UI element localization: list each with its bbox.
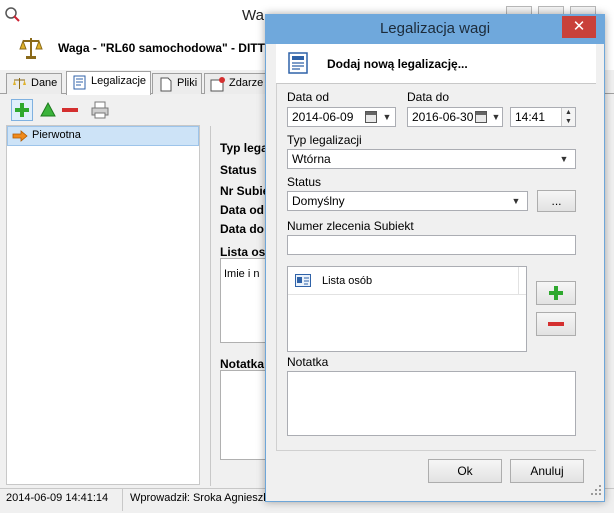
spin-arrows-icon[interactable]: ▲ ▼ (561, 108, 575, 126)
status-select[interactable]: Domyślny ▼ (287, 191, 528, 211)
resize-grip-icon[interactable] (590, 484, 602, 496)
status-author: Wprowadził: Sroka Agnieszka (130, 492, 275, 504)
cancel-button[interactable]: Anuluj (510, 459, 584, 483)
status-separator (122, 489, 123, 511)
chevron-down-icon: ▼ (382, 112, 392, 122)
persons-column-label: Lista osób (322, 275, 373, 287)
tab-dane[interactable]: Dane (6, 73, 63, 94)
date-from-picker[interactable]: 2014-06-09 ▼ (287, 107, 396, 127)
minus-icon (548, 322, 564, 326)
tab-legalizacje[interactable]: Legalizacje (66, 71, 152, 95)
note-label: Notatka (220, 357, 265, 371)
date-from-label: Data od (287, 90, 330, 104)
status-date: 2014-06-09 14:41:14 (6, 492, 109, 504)
status-value: Domyślny (292, 194, 345, 208)
date-from-value: 2014-06-09 (292, 110, 354, 124)
type-select[interactable]: Wtórna ▼ (287, 149, 576, 169)
file-icon (160, 77, 172, 92)
app-icon (5, 7, 20, 22)
time-value: 14:41 (515, 110, 546, 124)
order-number-input[interactable] (287, 235, 576, 255)
note-field[interactable] (220, 370, 268, 460)
tab-label: Legalizacje (91, 75, 147, 87)
type-label: Typ legalizacji (287, 133, 362, 147)
background-header-title: Waga - "RL60 samochodowa" - DITT (58, 41, 265, 55)
column-divider (518, 267, 519, 295)
event-icon (210, 77, 225, 92)
legalization-tree[interactable] (6, 125, 200, 485)
ok-button[interactable]: Ok (428, 459, 502, 483)
tab-zdarzenia[interactable]: Zdarze (204, 73, 269, 94)
calendar-icon (475, 111, 487, 123)
tab-label: Zdarze (229, 77, 264, 89)
type-label: Typ lega (220, 141, 265, 155)
background-window-title: Wa (242, 7, 264, 24)
minus-icon[interactable] (60, 100, 80, 120)
printer-icon[interactable] (90, 100, 110, 120)
status-label: Status (220, 163, 257, 177)
close-button[interactable]: ✕ (562, 16, 596, 38)
scale-icon (13, 78, 26, 89)
note-label: Notatka (287, 355, 329, 369)
remove-person-button[interactable] (536, 312, 576, 336)
calendar-icon (365, 111, 377, 123)
chevron-down-icon: ▼ (491, 112, 501, 122)
persons-label: Lista os (220, 245, 265, 259)
date-to-label: Data do (407, 90, 450, 104)
date-to-label: Data do (220, 222, 265, 236)
tree-item-label: Pierwotna (32, 129, 81, 141)
document-icon (73, 75, 86, 90)
tab-label: Dane (31, 77, 58, 89)
status-browse-button[interactable]: ... (537, 190, 576, 212)
persons-column-header: Imie i n (224, 268, 260, 280)
dialog-header-title: Dodaj nową legalizację... (327, 57, 468, 71)
dialog-title: Legalizacja wagi (379, 20, 491, 37)
plus-icon[interactable] (11, 99, 33, 121)
note-textarea[interactable] (287, 371, 576, 436)
scale-icon (19, 38, 43, 59)
id-card-icon (295, 274, 311, 287)
date-from-label: Data od (220, 203, 265, 217)
date-to-value: 2016-06-30 (412, 110, 474, 124)
chevron-down-icon: ▼ (559, 154, 569, 164)
chevron-down-icon: ▼ (511, 196, 521, 206)
type-value: Wtórna (292, 152, 331, 166)
order-number-label: Numer zlecenia Subiekt (287, 219, 414, 233)
tab-pliki[interactable]: Pliki (152, 73, 203, 94)
close-icon: ✕ (572, 18, 586, 35)
subject-no-label: Nr Subie (220, 184, 265, 198)
status-label: Status (287, 175, 322, 189)
time-spinner[interactable]: 14:41 ▲ ▼ (510, 107, 576, 127)
document-icon (288, 52, 308, 74)
tab-label: Pliki (177, 77, 198, 89)
plus-icon (549, 286, 563, 300)
add-person-button[interactable] (536, 281, 576, 305)
triangle-up-icon[interactable] (38, 100, 58, 120)
date-to-picker[interactable]: 2016-06-30 ▼ (407, 107, 503, 127)
arrow-right-icon (12, 130, 28, 142)
